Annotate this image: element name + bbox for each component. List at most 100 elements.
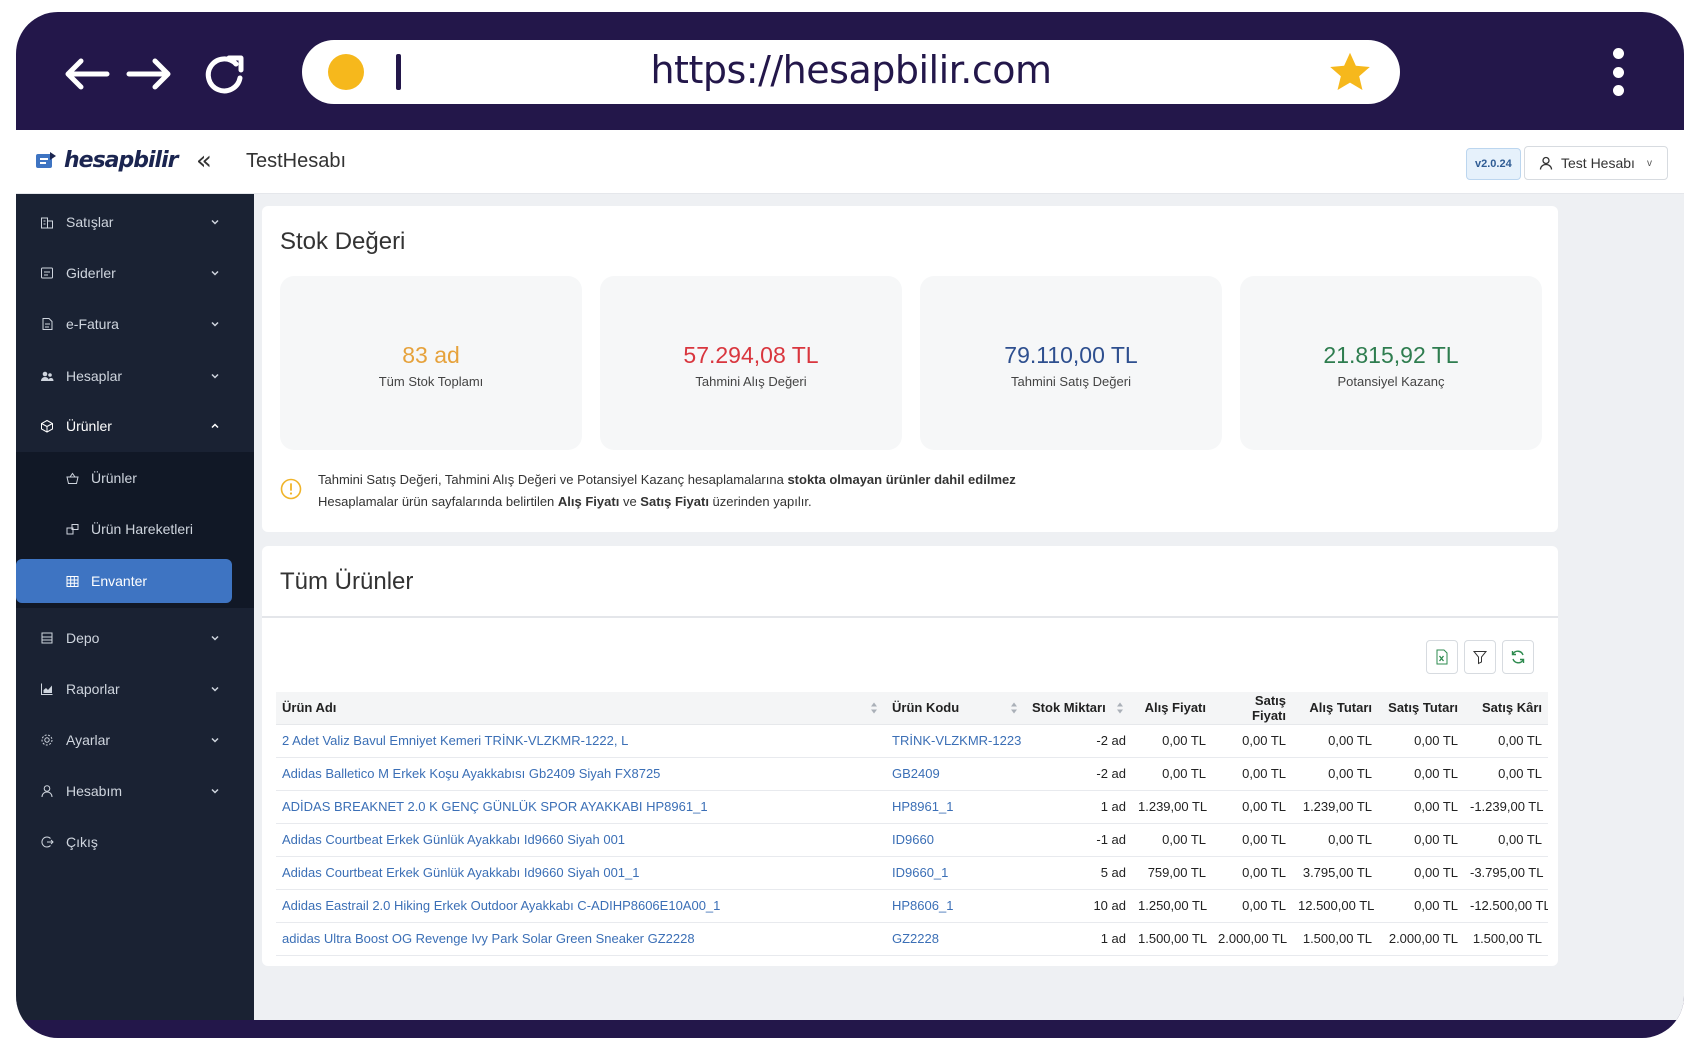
sidebar-item-label: Depo <box>66 630 100 646</box>
sidebar-subitem-label: Ürün Hareketleri <box>91 521 193 537</box>
sidebar-subitem-urun-hareketleri[interactable]: Ürün Hareketleri <box>16 507 254 551</box>
table-cell: 0,00 TL <box>1292 823 1378 857</box>
sidebar-item-hesaplar[interactable]: Hesaplar <box>16 353 254 399</box>
sidebar-item-label: Ürünler <box>66 418 112 434</box>
stat-card-sales-value: 79.110,00 TL Tahmini Satış Değeri <box>920 276 1222 450</box>
all-products-card: Tüm Ürünler Ürün Adı Ürün Kodu Stok Mikt… <box>262 546 1558 966</box>
logo-icon <box>36 151 56 168</box>
bookmark-star-icon[interactable] <box>1328 50 1372 94</box>
product-code-link[interactable]: TRİNK-VLZKMR-1223 <box>886 724 1026 758</box>
basket-icon <box>66 472 79 484</box>
sidebar-item-ayarlar[interactable]: Ayarlar <box>16 717 254 763</box>
sidebar-item-giderler[interactable]: Giderler <box>16 250 254 296</box>
product-name-link[interactable]: Adidas Courtbeat Erkek Günlük Ayakkabı I… <box>276 823 886 857</box>
sidebar-item-label: e-Fatura <box>66 316 119 332</box>
table-header-row: Ürün Adı Ürün Kodu Stok Miktarı Alış Fiy… <box>276 692 1548 725</box>
table-cell: 0,00 TL <box>1464 757 1548 791</box>
collapse-sidebar-icon[interactable]: « <box>196 146 212 176</box>
sidebar-item-label: Ayarlar <box>66 732 111 748</box>
sidebar-item-cikis[interactable]: Çıkış <box>16 819 254 865</box>
sidebar-subitem-envanter[interactable]: Envanter <box>16 559 232 603</box>
column-header[interactable]: Alış Tutarı <box>1292 692 1378 725</box>
table-cell: 0,00 TL <box>1464 724 1548 758</box>
table-cell: 0,00 TL <box>1464 823 1548 857</box>
table-row[interactable]: adidas Ultra Boost OG Revenge Ivy Park S… <box>276 922 1548 956</box>
sort-icon <box>1117 702 1123 714</box>
sidebar-item-hesabim[interactable]: Hesabım <box>16 768 254 814</box>
table-row[interactable]: Adidas Courtbeat Erkek Günlük Ayakkabı I… <box>276 856 1548 890</box>
table-cell: 3.795,00 TL <box>1292 856 1378 890</box>
product-name-link[interactable]: Adidas Balletico M Erkek Koşu Ayakkabısı… <box>276 757 886 791</box>
table-cell: 0,00 TL <box>1132 823 1212 857</box>
product-code-link[interactable]: GB2409 <box>886 757 1026 791</box>
table-row[interactable]: ADİDAS BREAKNET 2.0 K GENÇ GÜNLÜK SPOR A… <box>276 790 1548 824</box>
user-icon <box>1539 156 1553 170</box>
grid-icon <box>66 575 79 587</box>
table-cell: 12.500,00 TL <box>1292 889 1378 923</box>
stat-label: Potansiyel Kazanç <box>1337 374 1445 389</box>
product-code-link[interactable]: ID9660 <box>886 823 1026 857</box>
table-cell: 0,00 TL <box>1212 889 1292 923</box>
column-header[interactable]: Alış Fiyatı <box>1132 692 1212 725</box>
stat-label: Tahmini Alış Değeri <box>695 374 807 389</box>
product-name-link[interactable]: 2 Adet Valiz Bavul Emniyet Kemeri TRİNK-… <box>276 724 886 758</box>
table-row[interactable]: Adidas Balletico M Erkek Koşu Ayakkabısı… <box>276 757 1548 791</box>
sidebar-subitem-label: Ürünler <box>91 470 137 486</box>
sidebar-item-raporlar[interactable]: Raporlar <box>16 666 254 712</box>
table-cell: 0,00 TL <box>1292 724 1378 758</box>
product-name-link[interactable]: Adidas Courtbeat Erkek Günlük Ayakkabı I… <box>276 856 886 890</box>
table-row[interactable]: Adidas Eastrail 2.0 Hiking Erkek Outdoor… <box>276 889 1548 923</box>
address-bar[interactable]: https://hesapbilir.com <box>302 40 1400 104</box>
filter-button[interactable] <box>1464 640 1496 674</box>
user-menu-button[interactable]: Test Hesabı v <box>1524 146 1668 180</box>
product-code-link[interactable]: ID9660_1 <box>886 856 1026 890</box>
column-header[interactable]: Satış Tutarı <box>1378 692 1464 725</box>
product-code-link[interactable]: GZ2228 <box>886 922 1026 956</box>
browser-toolbar: https://hesapbilir.com <box>16 12 1684 130</box>
product-name-link[interactable]: adidas Ultra Boost OG Revenge Ivy Park S… <box>276 922 886 956</box>
table-cell: 0,00 TL <box>1378 889 1464 923</box>
table-cell: 1 ad <box>1026 922 1132 956</box>
sidebar-item-label: Hesabım <box>66 783 123 799</box>
column-header[interactable]: Satış Fiyatı <box>1212 692 1292 725</box>
stat-label: Tahmini Satış Değeri <box>1011 374 1131 389</box>
sidebar-item-e-fatura[interactable]: e-Fatura <box>16 301 254 347</box>
table-cell: 10 ad <box>1026 889 1132 923</box>
warning-icon <box>280 478 302 500</box>
table-cell: 0,00 TL <box>1212 856 1292 890</box>
forward-arrow-icon[interactable] <box>122 50 178 98</box>
chevron-down-icon <box>211 686 219 692</box>
table-row[interactable]: 2 Adet Valiz Bavul Emniyet Kemeri TRİNK-… <box>276 724 1548 758</box>
sidebar-item-depo[interactable]: Depo <box>16 615 254 661</box>
back-arrow-icon[interactable] <box>58 50 114 98</box>
sidebar-item-satislar[interactable]: Satışlar <box>16 199 254 245</box>
products-table: Ürün Adı Ürün Kodu Stok Miktarı Alış Fiy… <box>276 692 1548 956</box>
browser-menu-icon[interactable] <box>1606 48 1630 96</box>
export-excel-button[interactable] <box>1426 640 1458 674</box>
logout-icon <box>41 836 54 848</box>
sidebar-item-urunler[interactable]: Ürünler <box>16 403 254 449</box>
chevron-down-icon <box>211 788 219 794</box>
product-name-link[interactable]: ADİDAS BREAKNET 2.0 K GENÇ GÜNLÜK SPOR A… <box>276 790 886 824</box>
table-cell: -2 ad <box>1026 757 1132 791</box>
column-header[interactable]: Ürün Adı <box>276 692 886 725</box>
table-row[interactable]: Adidas Courtbeat Erkek Günlük Ayakkabı I… <box>276 823 1548 857</box>
sidebar-item-label: Hesaplar <box>66 368 123 384</box>
reload-icon[interactable] <box>196 50 252 98</box>
column-header[interactable]: Ürün Kodu <box>886 692 1026 725</box>
logo[interactable]: hesapbilir <box>34 148 178 173</box>
table-cell: 0,00 TL <box>1132 757 1212 791</box>
refresh-button[interactable] <box>1502 640 1534 674</box>
url-text[interactable]: https://hesapbilir.com <box>302 48 1400 92</box>
product-code-link[interactable]: HP8961_1 <box>886 790 1026 824</box>
sidebar-subitem-urunler[interactable]: Ürünler <box>16 456 254 500</box>
table-cell: 0,00 TL <box>1378 856 1464 890</box>
sidebar-item-label: Çıkış <box>66 834 98 850</box>
users-icon <box>41 371 54 381</box>
product-name-link[interactable]: Adidas Eastrail 2.0 Hiking Erkek Outdoor… <box>276 889 886 923</box>
filter-icon <box>1472 651 1488 665</box>
column-header[interactable]: Satış Kârı <box>1464 692 1548 725</box>
column-header[interactable]: Stok Miktarı <box>1026 692 1132 725</box>
table-cell: 1.500,00 TL <box>1292 922 1378 956</box>
product-code-link[interactable]: HP8606_1 <box>886 889 1026 923</box>
